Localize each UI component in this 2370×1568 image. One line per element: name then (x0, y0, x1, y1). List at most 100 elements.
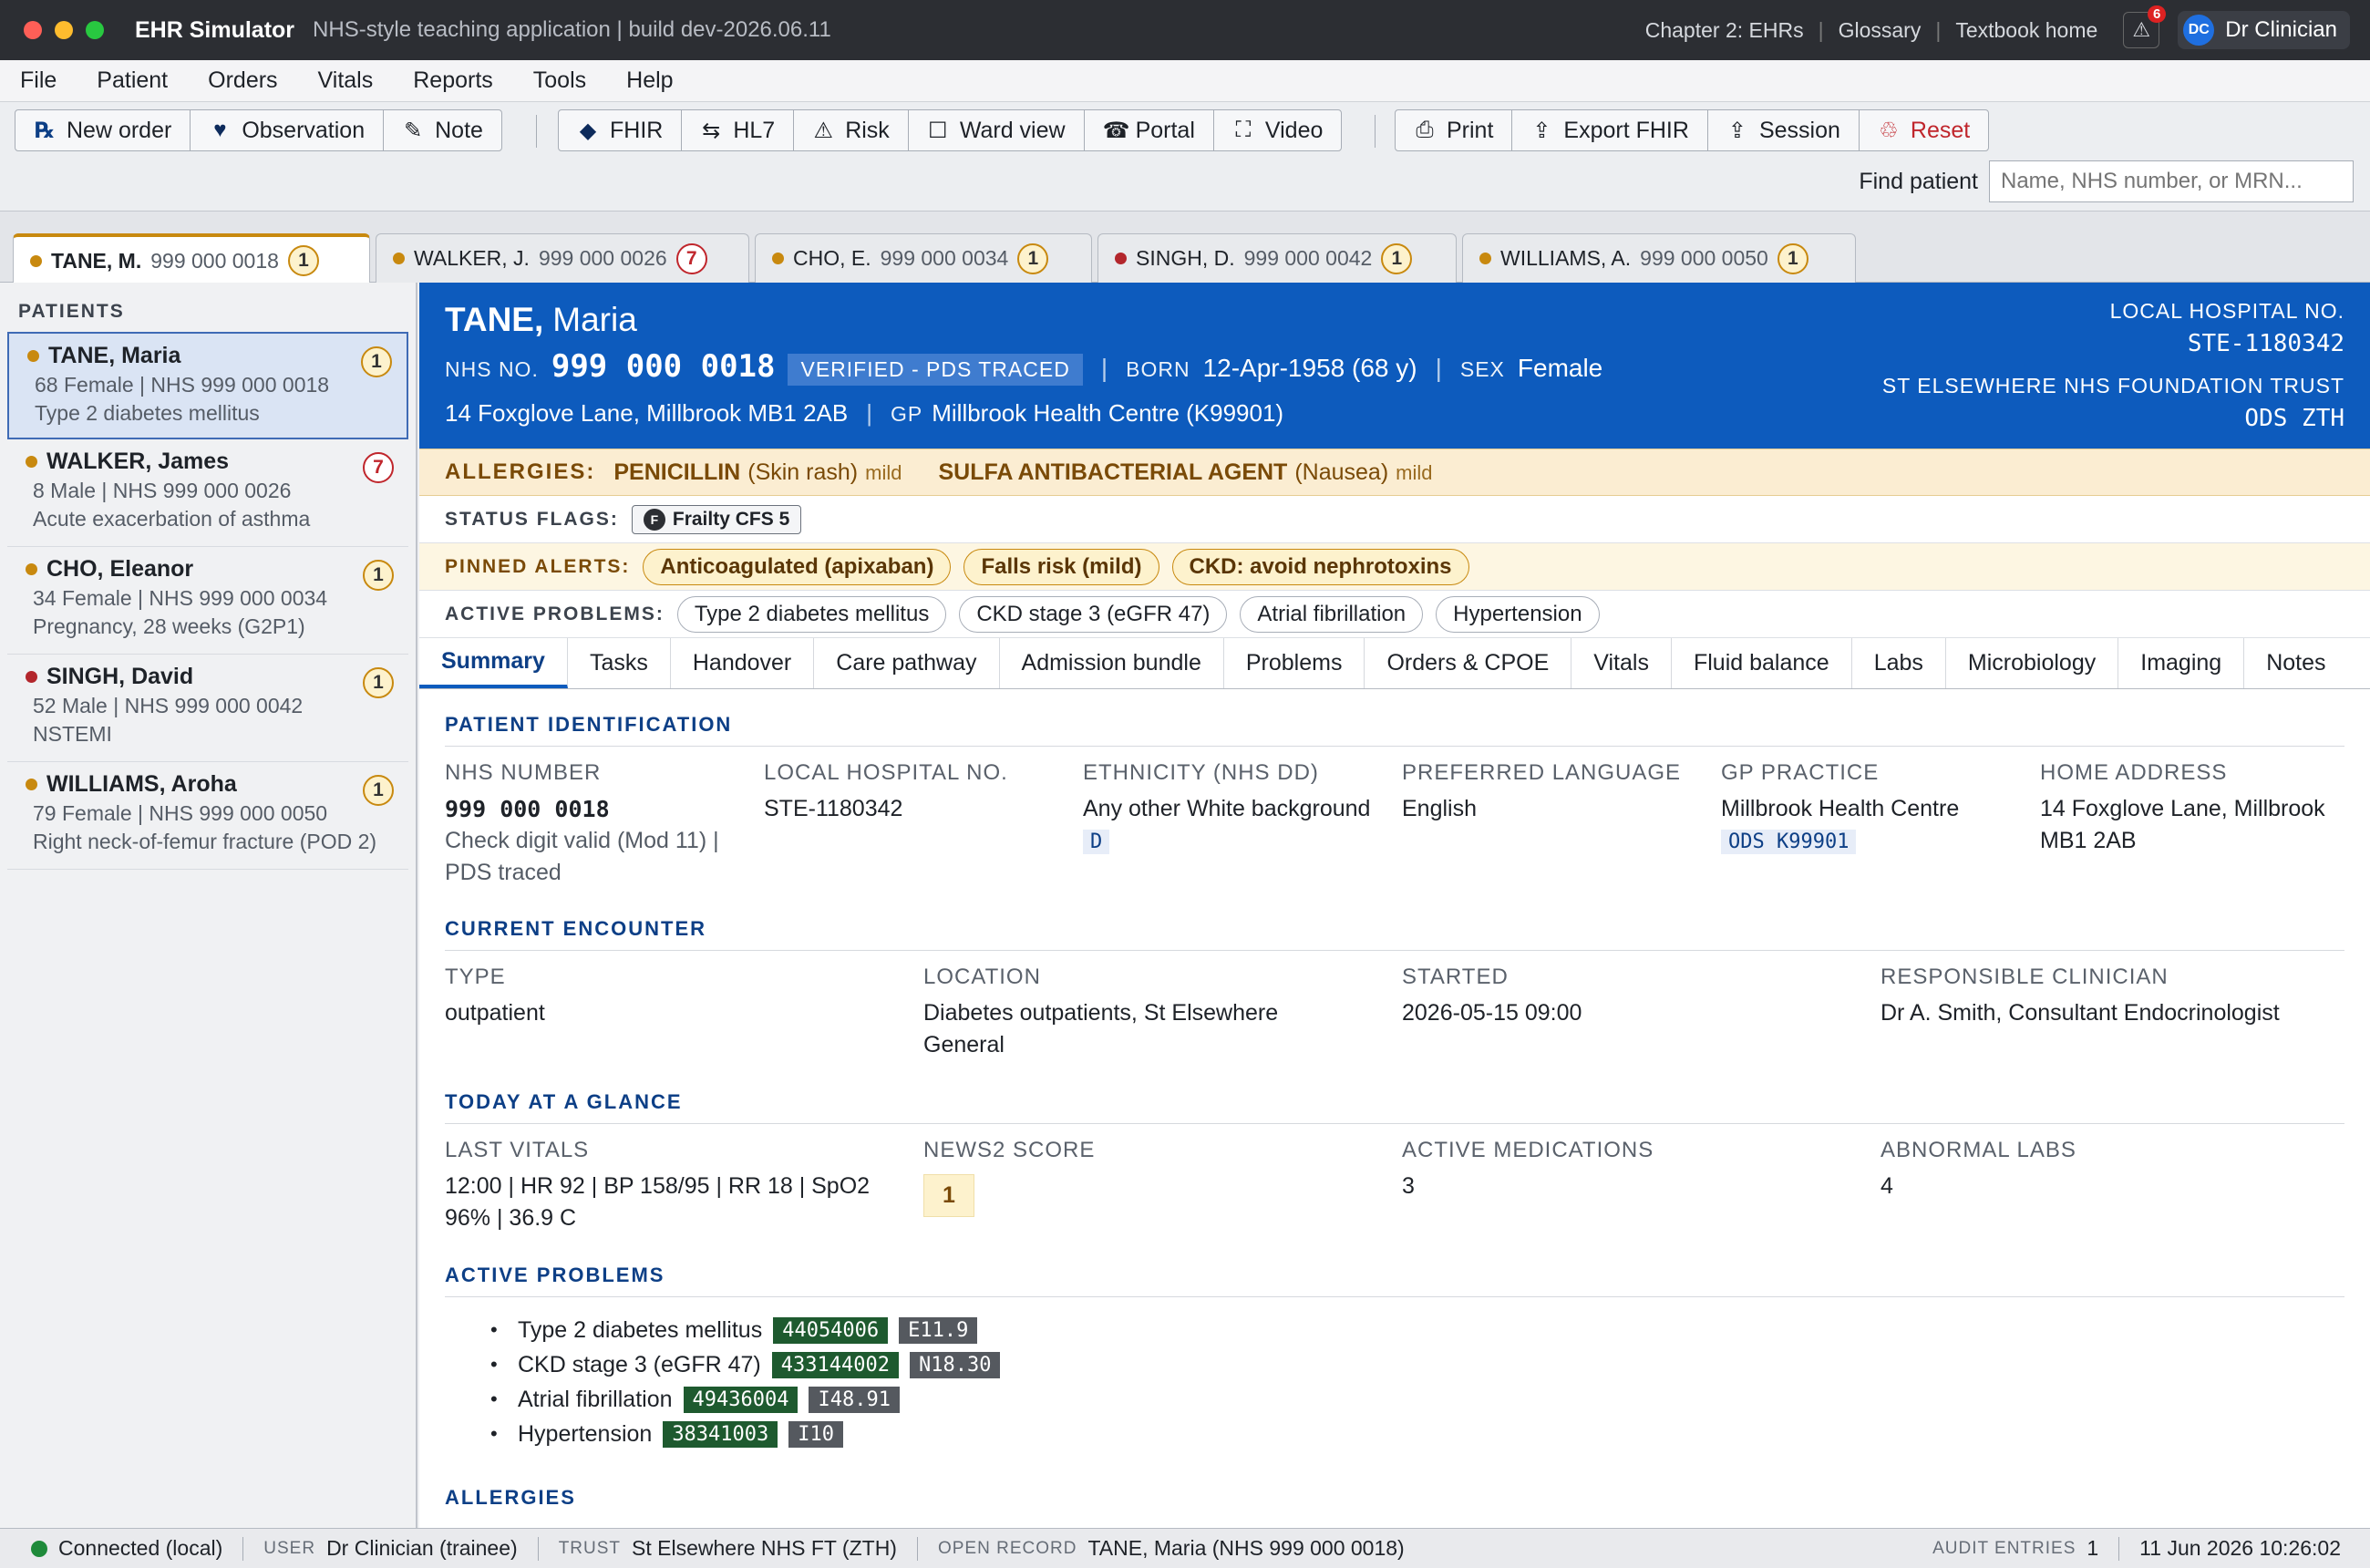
tab-admission-bundle[interactable]: Admission bundle (1000, 638, 1224, 688)
snomed-code: 44054006 (773, 1316, 889, 1344)
tab-nhs-number: 999 000 0042 (1243, 246, 1373, 270)
pinned-alert-falls-risk[interactable]: Falls risk (mild) (963, 548, 1159, 585)
tab-nhs-number: 999 000 0026 (538, 246, 667, 270)
banner-sex: Female (1517, 354, 1603, 382)
patient-diagnosis: Acute exacerbation of asthma (33, 507, 311, 531)
print-button[interactable]: ⎙ Print (1396, 110, 1513, 150)
patient-tab-walker[interactable]: WALKER, J. 999 000 0026 7 (376, 233, 749, 283)
problem-pill[interactable]: Type 2 diabetes mellitus (676, 595, 947, 633)
tab-patient-name: WILLIAMS, A. (1500, 246, 1632, 270)
verified-badge: VERIFIED - PDS TRACED (788, 354, 1083, 386)
alert-count-badge: 1 (363, 560, 394, 591)
tab-labs[interactable]: Labs (1852, 638, 1946, 688)
frailty-flag[interactable]: F Frailty CFS 5 (631, 504, 802, 534)
alert-count-badge: 7 (363, 452, 394, 483)
menu-patient[interactable]: Patient (77, 67, 188, 94)
fhir-icon: ◆ (579, 118, 597, 143)
pencil-icon: ✎ (404, 118, 423, 143)
connection-status: Connected (local) (58, 1536, 223, 1560)
session-button[interactable]: ⇪ Session (1708, 110, 1860, 150)
menu-reports[interactable]: Reports (393, 67, 513, 94)
tab-imaging[interactable]: Imaging (2118, 638, 2245, 688)
alerts-button[interactable]: ⚠ 6 (2123, 5, 2167, 48)
tab-patient-name: WALKER, J. (414, 246, 530, 270)
patient-tab-cho[interactable]: CHO, E. 999 000 0034 1 (755, 233, 1092, 283)
tab-tasks[interactable]: Tasks (568, 638, 671, 688)
reset-button[interactable]: ♲ Reset (1860, 110, 1988, 150)
priority-dot (26, 563, 37, 575)
portal-button[interactable]: ☎ Portal (1085, 110, 1214, 150)
patient-list-item-singh[interactable]: SINGH, David 52 Male | NHS 999 000 0042 … (7, 655, 408, 762)
sidebar-heading: PATIENTS (18, 301, 125, 322)
problem-list-item[interactable]: • Type 2 diabetes mellitus 44054006 E11.9 (490, 1313, 1000, 1347)
patient-tab-williams[interactable]: WILLIAMS, A. 999 000 0050 1 (1462, 233, 1856, 283)
pinned-alert-ckd[interactable]: CKD: avoid nephrotoxins (1171, 548, 1469, 585)
hl7-button[interactable]: ⇆ HL7 (682, 110, 795, 150)
reset-icon: ♲ (1879, 118, 1899, 143)
patient-list-item-williams[interactable]: WILLIAMS, Aroha 79 Female | NHS 999 000 … (7, 762, 408, 870)
menu-tools[interactable]: Tools (513, 67, 606, 94)
patient-diagnosis: NSTEMI (33, 722, 112, 746)
patient-diagnosis: Type 2 diabetes mellitus (35, 401, 260, 425)
fhir-button[interactable]: ◆ FHIR (559, 110, 683, 150)
risk-button[interactable]: ⚠ Risk (794, 110, 909, 150)
menu-vitals[interactable]: Vitals (298, 67, 394, 94)
patient-tab-strip: TANE, M. 999 000 0018 1 WALKER, J. 999 0… (0, 211, 2370, 284)
textbook-home-link[interactable]: Textbook home (1955, 18, 2097, 43)
menu-help[interactable]: Help (606, 67, 693, 94)
find-patient-input[interactable] (1989, 160, 2354, 202)
new-order-button[interactable]: ℞ New order (15, 110, 191, 150)
field-news2-score: NEWS2 SCORE 1 (923, 1138, 1379, 1217)
patient-tab-tane[interactable]: TANE, M. 999 000 0018 1 (13, 233, 370, 284)
connection-status-icon (31, 1540, 47, 1557)
tab-problems[interactable]: Problems (1224, 638, 1365, 688)
tab-notes[interactable]: Notes (2244, 638, 2347, 688)
problem-list-item[interactable]: • Hypertension 38341003 I10 (490, 1417, 1000, 1451)
note-button[interactable]: ✎ Note (384, 110, 501, 150)
maximize-window-button[interactable] (86, 21, 104, 39)
pinned-alert-anticoagulated[interactable]: Anticoagulated (apixaban) (643, 548, 952, 585)
priority-dot (30, 254, 42, 267)
summary-panel: PATIENT IDENTIFICATION NHS NUMBER 999 00… (419, 689, 2370, 1510)
observation-button[interactable]: ♥ Observation (191, 110, 385, 150)
print-icon: ⎙ (1416, 118, 1434, 142)
menu-orders[interactable]: Orders (188, 67, 297, 94)
patient-list-item-walker[interactable]: WALKER, James 8 Male | NHS 999 000 0026 … (7, 439, 408, 547)
avatar: DC (2183, 15, 2215, 46)
video-button[interactable]: ⛶ Video (1214, 110, 1342, 150)
problem-list-item[interactable]: • Atrial fibrillation 49436004 I48.91 (490, 1382, 1000, 1417)
minimize-window-button[interactable] (55, 21, 73, 39)
ward-view-button[interactable]: ☐ Ward view (909, 110, 1085, 150)
tab-care-pathway[interactable]: Care pathway (814, 638, 1000, 688)
chapter-link[interactable]: Chapter 2: EHRs (1645, 18, 1804, 43)
problem-list-item[interactable]: • CKD stage 3 (eGFR 47) 433144002 N18.30 (490, 1347, 1001, 1382)
patient-tab-singh[interactable]: SINGH, D. 999 000 0042 1 (1097, 233, 1457, 283)
patient-list-item-tane[interactable]: TANE, Maria 68 Female | NHS 999 000 0018… (7, 332, 408, 439)
priority-dot (26, 456, 37, 468)
field-responsible-clinician: RESPONSIBLE CLINICIAN Dr A. Smith, Consu… (1881, 965, 2280, 1026)
close-window-button[interactable] (24, 21, 42, 39)
tab-nhs-number: 999 000 0050 (1640, 246, 1768, 270)
field-local-hospital-number: LOCAL HOSPITAL NO. STE-1180342 (764, 760, 1008, 821)
export-fhir-button[interactable]: ⇪ Export FHIR (1512, 110, 1708, 150)
problem-pill[interactable]: Hypertension (1436, 595, 1600, 633)
problem-pill[interactable]: CKD stage 3 (eGFR 47) (959, 595, 1228, 633)
tab-summary[interactable]: Summary (419, 638, 568, 688)
pinned-alerts-strip: PINNED ALERTS: Anticoagulated (apixaban)… (419, 543, 2370, 591)
tab-microbiology[interactable]: Microbiology (1946, 638, 2119, 688)
banner-nhs-number: 999 000 0018 (551, 348, 776, 385)
menu-file[interactable]: File (0, 67, 77, 94)
status-open-record: TANE, Maria (NHS 999 000 0018) (1087, 1536, 1405, 1560)
patient-name: WILLIAMS, Aroha (46, 771, 237, 797)
tab-nhs-number: 999 000 0034 (880, 246, 1009, 270)
glossary-link[interactable]: Glossary (1839, 18, 1922, 43)
tab-fluid-balance[interactable]: Fluid balance (1672, 638, 1852, 688)
tab-vitals[interactable]: Vitals (1571, 638, 1672, 688)
tab-orders-cpoe[interactable]: Orders & CPOE (1365, 638, 1572, 688)
tab-handover[interactable]: Handover (671, 638, 815, 688)
patient-list-item-cho[interactable]: CHO, Eleanor 34 Female | NHS 999 000 003… (7, 547, 408, 655)
user-menu[interactable]: DC Dr Clinician (2178, 11, 2350, 49)
problem-pill[interactable]: Atrial fibrillation (1240, 595, 1424, 633)
banner-address: 14 Foxglove Lane, Millbrook MB1 2AB (445, 399, 849, 427)
priority-dot (393, 253, 405, 264)
